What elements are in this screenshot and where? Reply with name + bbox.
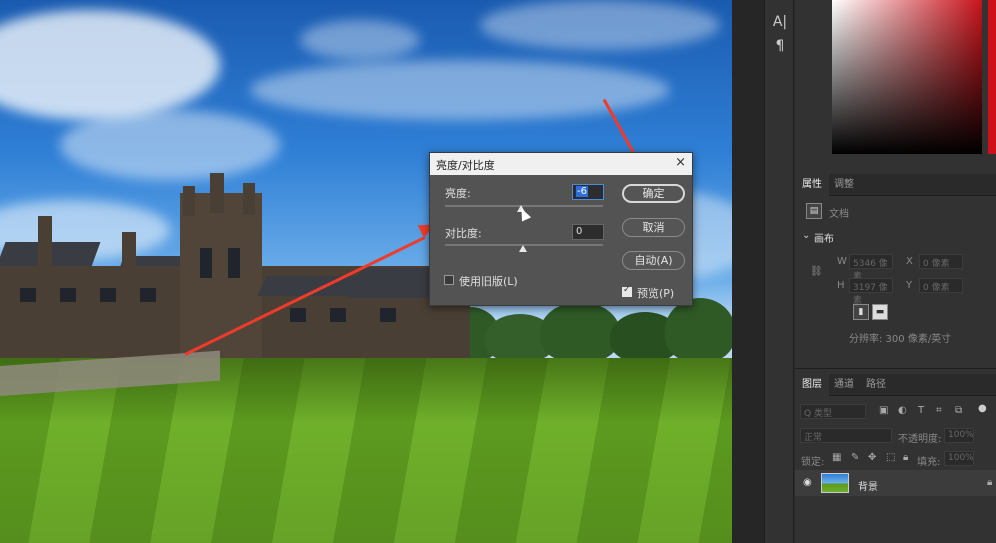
lock-artboard-icon[interactable]: ⬚: [886, 452, 895, 463]
tab-channels[interactable]: 通道: [827, 374, 861, 396]
character-panel-icon[interactable]: A|: [765, 14, 795, 30]
auto-button[interactable]: 自动(A): [622, 251, 685, 270]
layer-lock-icon: 🔒︎: [987, 477, 993, 488]
height-field[interactable]: 3197 像素: [849, 278, 893, 306]
tab-layers[interactable]: 图层: [795, 374, 829, 396]
preview-checkbox[interactable]: [622, 285, 632, 297]
brightness-contrast-dialog: 亮度/对比度 × 亮度: -6 对比度: 0 使用旧版(L) 确定 取消 自动(…: [429, 152, 693, 306]
canvas-section-chevron-icon[interactable]: ⌄: [802, 230, 810, 241]
lock-all-icon[interactable]: 🔒︎: [903, 452, 908, 463]
use-legacy-checkbox[interactable]: [444, 275, 454, 285]
preview-label[interactable]: 预览(P): [637, 285, 674, 301]
cloud: [250, 60, 670, 120]
cloud: [0, 10, 220, 120]
opacity-field[interactable]: 100%: [944, 428, 974, 443]
fill-field[interactable]: 100%: [944, 451, 974, 466]
contrast-input[interactable]: 0: [572, 224, 604, 240]
lock-image-icon[interactable]: ✎: [851, 452, 859, 463]
cloud: [300, 20, 420, 60]
properties-tabbar: 属性 调整: [795, 174, 996, 196]
tab-properties[interactable]: 属性: [795, 174, 829, 196]
sandstone-building: [0, 168, 470, 364]
adjustment-filter-icon[interactable]: ◐: [898, 405, 907, 416]
layers-tabbar: 图层 通道 路径: [795, 374, 996, 396]
brightness-input[interactable]: -6: [572, 184, 604, 200]
mouse-cursor-icon: [516, 206, 532, 222]
contrast-slider-thumb[interactable]: [519, 245, 527, 252]
layer-kind-filter[interactable]: Q 类型: [800, 404, 866, 419]
fill-label: 填充:: [917, 457, 941, 468]
lock-label: 锁定:: [801, 457, 825, 468]
canvas-section-title[interactable]: 画布: [814, 230, 834, 245]
x-field[interactable]: 0 像素: [919, 254, 963, 269]
contrast-value: 0: [576, 226, 583, 237]
collapsed-panel-strip: A| ¶: [764, 0, 794, 543]
close-icon[interactable]: ×: [675, 155, 686, 170]
y-label: Y: [906, 280, 913, 291]
filter-toggle-icon[interactable]: ●: [978, 403, 987, 414]
visibility-eye-icon[interactable]: ◉: [803, 477, 812, 488]
layer-name[interactable]: 背景: [858, 478, 878, 493]
y-field[interactable]: 0 像素: [919, 278, 963, 293]
color-hue-slider[interactable]: [988, 0, 996, 154]
smart-object-filter-icon[interactable]: ⧉: [955, 405, 962, 416]
ok-button[interactable]: 确定: [622, 184, 685, 203]
landscape-orientation-icon[interactable]: ▬: [872, 304, 888, 320]
layer-thumbnail: [821, 473, 849, 493]
panel-gutter: [732, 0, 764, 543]
dialog-title: 亮度/对比度: [436, 159, 495, 172]
document-icon: ▤: [806, 203, 822, 219]
link-icon[interactable]: ⛓: [810, 266, 823, 277]
dialog-titlebar[interactable]: 亮度/对比度 ×: [430, 153, 692, 175]
lock-transparent-icon[interactable]: ▦: [832, 452, 841, 463]
tab-adjustments[interactable]: 调整: [827, 174, 861, 196]
cloud: [480, 0, 720, 50]
opacity-label: 不透明度:: [898, 434, 942, 445]
width-label: W: [837, 256, 847, 267]
portrait-orientation-icon[interactable]: ▮: [853, 304, 869, 320]
brightness-value: -6: [576, 186, 588, 197]
paragraph-panel-icon[interactable]: ¶: [765, 38, 795, 54]
height-label: H: [837, 280, 845, 291]
type-filter-icon[interactable]: T: [918, 405, 924, 416]
use-legacy-label[interactable]: 使用旧版(L): [459, 273, 518, 289]
x-label: X: [906, 256, 913, 267]
resolution-text: 分辨率: 300 像素/英寸: [849, 334, 952, 345]
width-field[interactable]: 5346 像素: [849, 254, 893, 282]
cancel-button[interactable]: 取消: [622, 218, 685, 237]
lock-position-icon[interactable]: ✥: [868, 452, 876, 463]
shape-filter-icon[interactable]: ⌗: [936, 405, 942, 416]
tab-paths[interactable]: 路径: [859, 374, 893, 396]
pixel-filter-icon[interactable]: ▣: [879, 405, 888, 416]
blend-mode-select[interactable]: 正常: [800, 428, 892, 443]
color-picker-field[interactable]: [832, 0, 982, 154]
contrast-label: 对比度:: [445, 227, 482, 240]
brightness-label: 亮度:: [445, 187, 471, 200]
document-label: 文档: [829, 209, 849, 220]
